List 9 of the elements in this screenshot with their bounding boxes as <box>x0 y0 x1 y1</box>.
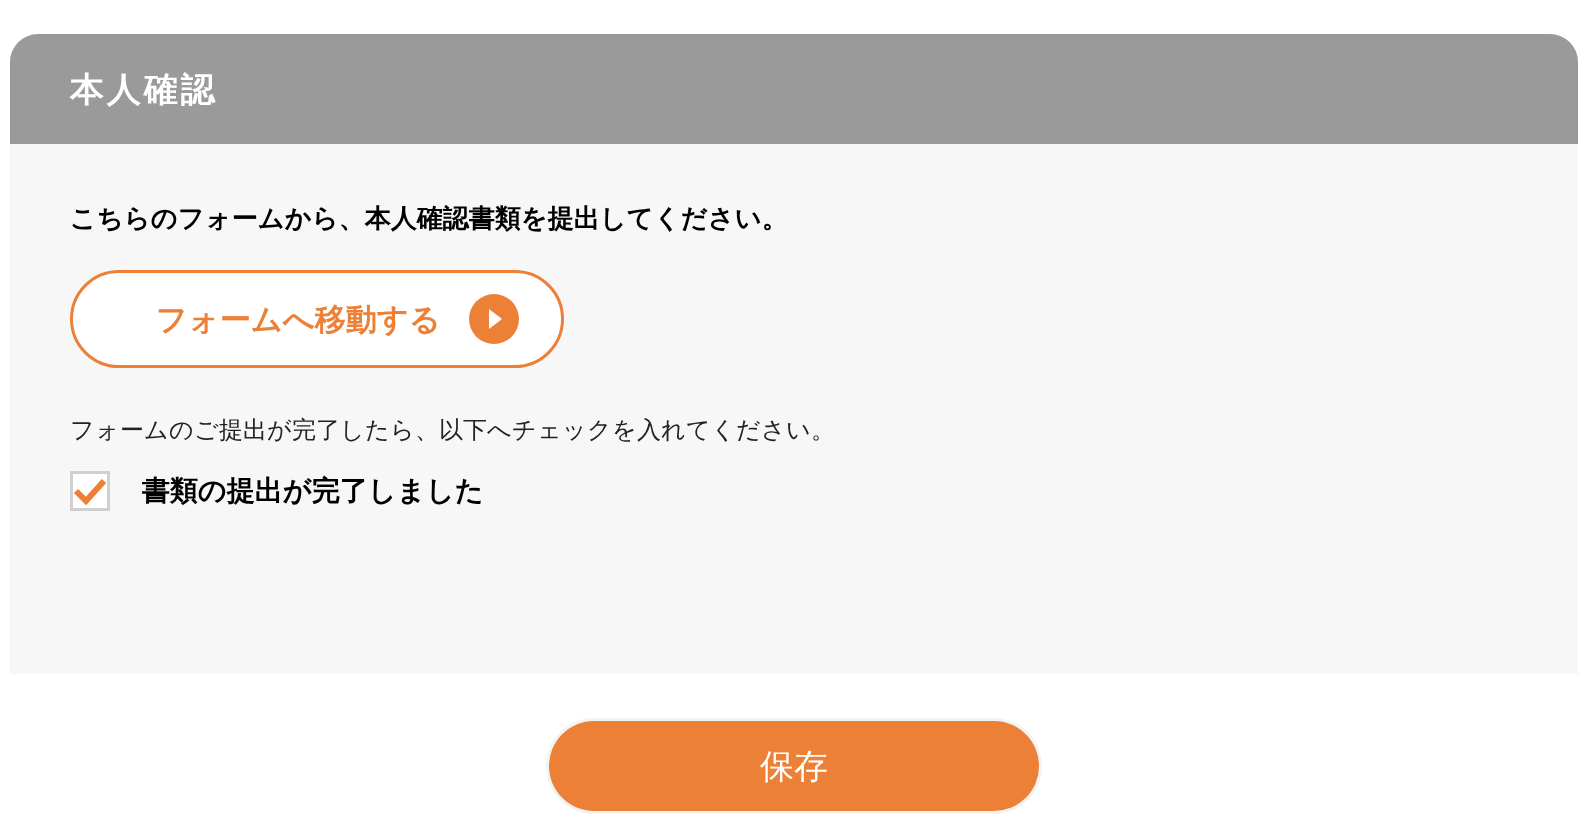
form-link-button[interactable]: フォームへ移動する <box>70 270 564 368</box>
play-circle-icon <box>468 294 519 344</box>
checkbox-label: 書類の提出が完了しました <box>142 473 484 509</box>
check-icon <box>73 476 107 506</box>
panel-title: 本人確認 <box>70 67 218 111</box>
instruction-text: こちらのフォームから、本人確認書類を提出してください。 <box>70 202 789 235</box>
save-button[interactable]: 保存 <box>549 721 1039 811</box>
note-text: フォームのご提出が完了したら、以下へチェックを入れてください。 <box>70 415 836 446</box>
checkbox[interactable] <box>70 471 110 511</box>
